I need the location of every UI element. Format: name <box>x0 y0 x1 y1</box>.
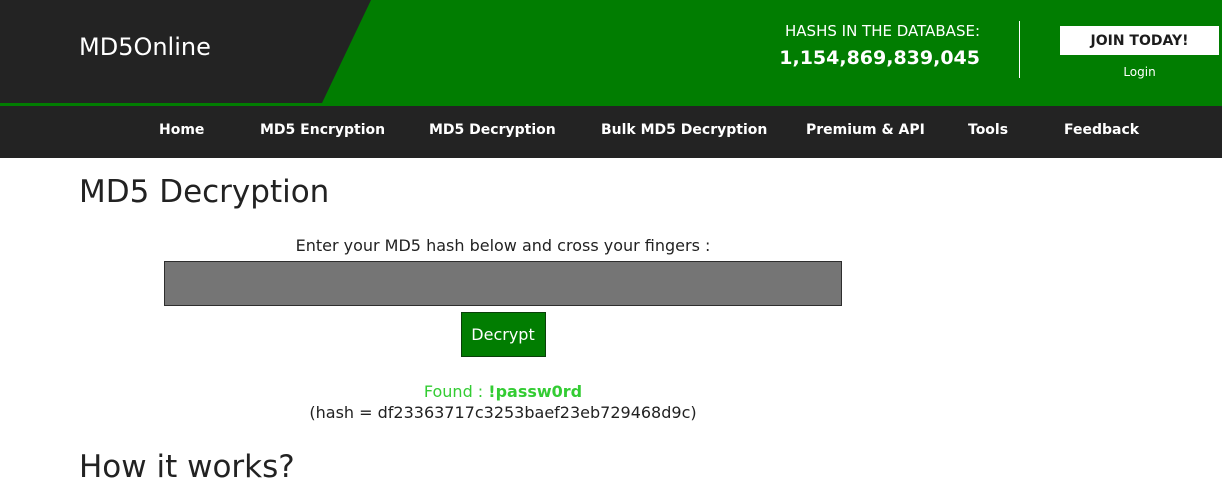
nav-item-md5-decryption[interactable]: MD5 Decryption <box>429 122 556 138</box>
site-header: MD5Online HASHS IN THE DATABASE: 1,154,8… <box>0 0 1222 106</box>
found-prefix: Found : <box>423 382 489 401</box>
nav-item-md5-encryption[interactable]: MD5 Encryption <box>260 122 385 138</box>
nav-item-bulk-md5-decryption[interactable]: Bulk MD5 Decryption <box>601 122 767 138</box>
hash-counter: HASHS IN THE DATABASE: 1,154,869,839,045 <box>760 22 980 69</box>
login-link[interactable]: Login <box>1060 65 1219 79</box>
hash-echo: (hash = df23363717c3253baef23eb729468d9c… <box>309 403 697 422</box>
decrypt-button[interactable]: Decrypt <box>460 312 546 357</box>
nav-item-home[interactable]: Home <box>159 122 204 138</box>
section-title-how-it-works: How it works? <box>79 449 295 485</box>
join-today-button[interactable]: JOIN TODAY! <box>1060 26 1219 55</box>
nav-item-feedback[interactable]: Feedback <box>1064 122 1139 138</box>
site-logo[interactable]: MD5Online <box>79 33 211 61</box>
page-title: MD5 Decryption <box>79 174 330 210</box>
main-nav: Home MD5 Encryption MD5 Decryption Bulk … <box>0 106 1222 158</box>
header-divider <box>1019 21 1020 78</box>
hash-prompt: Enter your MD5 hash below and cross your… <box>295 236 711 255</box>
found-line: Found : !passw0rd <box>164 382 842 401</box>
found-value: !passw0rd <box>488 382 583 401</box>
decrypt-form: Enter your MD5 hash below and cross your… <box>164 236 842 357</box>
hash-counter-label: HASHS IN THE DATABASE: <box>785 22 980 40</box>
nav-item-tools[interactable]: Tools <box>968 122 1008 138</box>
hash-counter-value: 1,154,869,839,045 <box>779 47 980 69</box>
hash-input[interactable] <box>164 261 842 306</box>
decrypt-result: Found : !passw0rd (hash = df23363717c325… <box>164 382 842 422</box>
nav-item-premium-api[interactable]: Premium & API <box>806 122 925 138</box>
